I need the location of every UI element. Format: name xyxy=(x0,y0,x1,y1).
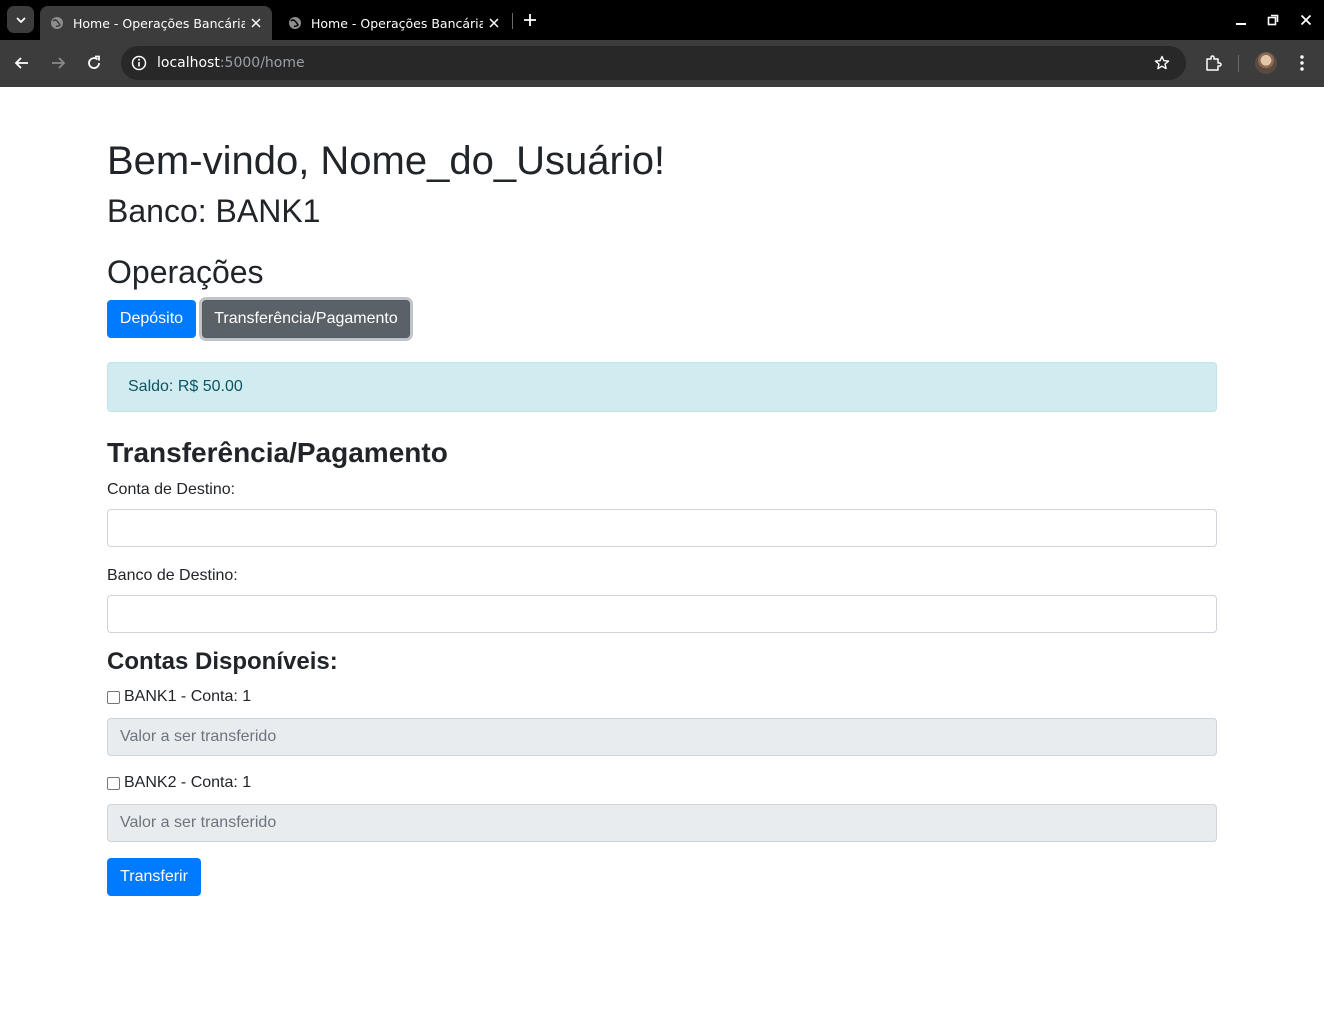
browser-tab[interactable]: Home - Operações Bancárias xyxy=(278,6,510,40)
account-row-bank1: BANK1 - Conta: 1 xyxy=(107,688,251,706)
chevron-down-icon xyxy=(16,17,25,23)
bookmark-button[interactable] xyxy=(1152,53,1172,73)
browser-toolbar: localhost:5000/home xyxy=(0,40,1324,87)
tab-title: Home - Operações Bancárias xyxy=(73,15,246,31)
account-checkbox-bank1[interactable] xyxy=(107,690,120,704)
close-window-button[interactable] xyxy=(1295,10,1317,30)
star-icon xyxy=(1154,55,1170,70)
balance-text: Saldo: R$ 50.00 xyxy=(128,378,243,395)
operations-heading: Operações xyxy=(107,254,264,290)
profile-avatar[interactable] xyxy=(1255,52,1277,74)
reload-icon xyxy=(88,55,100,69)
browser-chrome: Home - Operações Bancárias Home - Operaç… xyxy=(0,0,1324,87)
close-tab-button[interactable] xyxy=(483,12,504,34)
tab-title: Home - Operações Bancárias xyxy=(311,15,484,31)
more-vertical-icon xyxy=(1300,55,1304,71)
close-tab-button[interactable] xyxy=(245,12,266,34)
transfer-section-title: Transferência/Pagamento xyxy=(107,437,448,468)
account-label-bank2: BANK2 - Conta: 1 xyxy=(124,774,252,791)
url-path: :5000/home xyxy=(219,55,305,71)
tab-separator xyxy=(512,13,513,29)
account-row-bank2: BANK2 - Conta: 1 xyxy=(107,774,251,792)
toolbar-separator xyxy=(1238,55,1239,72)
dest-bank-input[interactable] xyxy=(107,595,1217,633)
back-button[interactable] xyxy=(9,50,35,76)
dest-account-input[interactable] xyxy=(107,509,1217,547)
reload-button[interactable] xyxy=(81,50,107,76)
url-host: localhost xyxy=(157,55,220,71)
globe-icon xyxy=(289,17,301,29)
bank-heading: Banco: BANK1 xyxy=(107,193,321,229)
amount-input-bank2[interactable] xyxy=(107,804,1217,842)
site-info-button[interactable] xyxy=(129,53,149,73)
amount-input-bank1[interactable] xyxy=(107,718,1217,756)
close-icon xyxy=(251,18,261,28)
new-tab-button[interactable] xyxy=(518,9,542,31)
info-icon xyxy=(131,55,147,71)
transfer-submit-button[interactable]: Transferir xyxy=(107,858,201,896)
forward-button[interactable] xyxy=(45,50,71,76)
transfer-payment-button[interactable]: Transferência/Pagamento xyxy=(202,300,410,338)
balance-alert: Saldo: R$ 50.00 xyxy=(107,362,1217,412)
arrow-right-icon xyxy=(52,57,66,69)
account-checkbox-bank2[interactable] xyxy=(107,776,120,790)
account-label-bank1: BANK1 - Conta: 1 xyxy=(124,688,252,705)
available-accounts-title: Contas Disponíveis: xyxy=(107,648,338,675)
browser-tab-active[interactable]: Home - Operações Bancárias xyxy=(40,6,272,40)
globe-icon xyxy=(51,17,63,29)
plus-icon xyxy=(524,14,536,26)
restore-button[interactable] xyxy=(1262,10,1284,30)
close-icon xyxy=(489,18,499,28)
url-text: localhost:5000/home xyxy=(157,55,305,71)
dest-bank-label: Banco de Destino: xyxy=(107,567,238,584)
puzzle-icon xyxy=(1206,55,1222,71)
dest-account-label: Conta de Destino: xyxy=(107,481,236,498)
tab-search-button[interactable] xyxy=(7,6,34,33)
arrow-left-icon xyxy=(14,57,28,69)
deposit-button[interactable]: Depósito xyxy=(107,300,196,338)
extensions-button[interactable] xyxy=(1202,52,1224,74)
restore-icon xyxy=(1267,14,1279,26)
minimize-icon xyxy=(1236,23,1246,25)
close-icon xyxy=(1300,14,1312,26)
tab-strip: Home - Operações Bancárias Home - Operaç… xyxy=(0,0,1324,40)
minimize-button[interactable] xyxy=(1230,10,1252,30)
welcome-heading: Bem-vindo, Nome_do_Usuário! xyxy=(107,139,666,183)
address-bar[interactable]: localhost:5000/home xyxy=(121,46,1186,80)
browser-menu-button[interactable] xyxy=(1291,52,1313,74)
